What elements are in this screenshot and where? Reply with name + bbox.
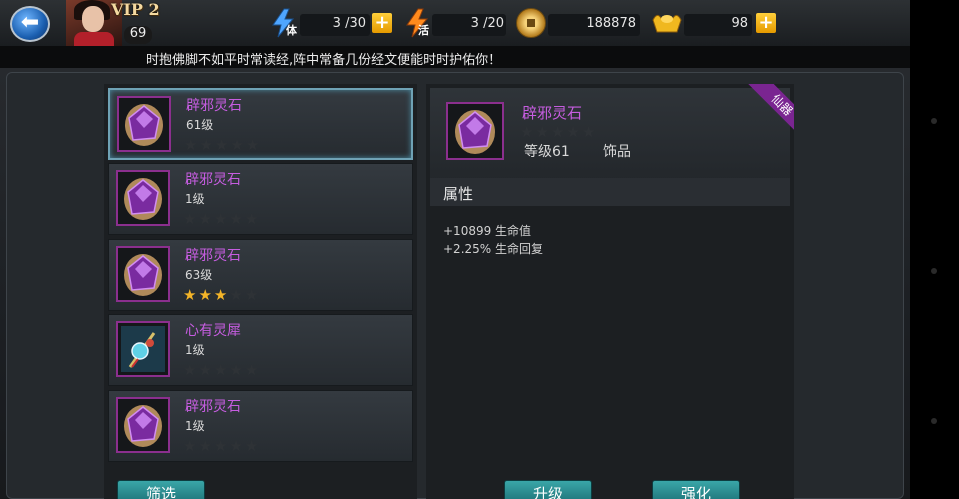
- coin-icon: [516, 8, 546, 38]
- list-item[interactable]: 辟邪灵石 1级 ★ ★ ★ ★ ★: [108, 163, 413, 235]
- star-icon: ★: [245, 136, 260, 154]
- star-icon: ★: [229, 437, 243, 455]
- detail-type: 饰品: [603, 144, 631, 160]
- attribute-line: +2.25% 生命回复: [443, 242, 543, 256]
- add-ingot-button[interactable]: +: [756, 13, 776, 33]
- item-level: 63级: [185, 268, 213, 282]
- nav-recent-dot[interactable]: [931, 418, 937, 424]
- star-icon: ★: [520, 123, 534, 141]
- item-level: 61级: [186, 118, 214, 132]
- item-level: 1级: [185, 192, 205, 206]
- item-level: 1级: [185, 419, 205, 433]
- detail-stars: ★ ★ ★ ★ ★: [520, 122, 597, 141]
- star-icon: ★: [229, 286, 243, 304]
- vip-badge: VIP 2: [111, 0, 160, 19]
- enhance-button[interactable]: 强化: [652, 480, 740, 499]
- star-icon: ★: [566, 123, 580, 141]
- item-stars: ★ ★ ★ ★ ★: [184, 135, 261, 154]
- item-stars: ★ ★ ★ ★ ★: [183, 436, 260, 455]
- purple-gem-icon: [446, 102, 504, 160]
- item-name: 辟邪灵石: [185, 172, 241, 188]
- top-bar: ⬅ VIP 2 69 体 3 /30 + 活 3 /20 188878 98 +: [0, 0, 910, 47]
- jade-charm-icon: [116, 321, 170, 377]
- back-arrow-icon[interactable]: ⬅: [10, 6, 50, 42]
- star-icon: ★: [198, 286, 212, 304]
- item-stars: ★ ★ ★ ★ ★: [183, 360, 260, 379]
- star-icon: ★: [229, 210, 243, 228]
- item-name: 辟邪灵石: [185, 399, 241, 415]
- item-name: 辟邪灵石: [186, 98, 242, 114]
- ingot-value: 98: [731, 16, 748, 31]
- star-icon: ★: [183, 286, 197, 304]
- stamina-icon-label: 体: [286, 24, 297, 37]
- filter-button[interactable]: 筛选: [117, 480, 205, 499]
- star-icon: ★: [183, 210, 197, 228]
- star-icon: ★: [244, 286, 259, 304]
- upgrade-button[interactable]: 升级: [504, 480, 592, 499]
- item-level: 1级: [185, 343, 205, 357]
- list-item[interactable]: 辟邪灵石 63级 ★ ★ ★ ★ ★: [108, 239, 413, 311]
- tip-banner: 时抱佛脚不如平时常读经,阵中常备几份经文便能时时护佑你！: [0, 46, 910, 68]
- star-icon: ★: [213, 437, 228, 455]
- star-icon: ★: [230, 136, 244, 154]
- player-level: 69: [124, 26, 152, 44]
- list-item[interactable]: 辟邪灵石 61级 ★ ★ ★ ★ ★: [108, 88, 413, 160]
- add-stamina-button[interactable]: +: [372, 13, 392, 33]
- stamina-value: 3 /30: [332, 16, 366, 31]
- system-nav-bar: [910, 0, 959, 499]
- star-icon: ★: [198, 361, 212, 379]
- rarity-label: 仙器: [748, 84, 794, 130]
- star-icon: ★: [244, 361, 259, 379]
- rarity-ribbon: 仙器: [748, 84, 794, 130]
- item-name: 辟邪灵石: [185, 248, 241, 264]
- coin-value: 188878: [586, 16, 636, 31]
- list-item[interactable]: 辟邪灵石 1级 ★ ★ ★ ★ ★: [108, 390, 413, 462]
- purple-gem-icon: [116, 170, 170, 226]
- star-icon: ★: [198, 210, 212, 228]
- star-icon: ★: [581, 123, 596, 141]
- star-icon: ★: [183, 361, 197, 379]
- list-item[interactable]: 心有灵犀 1级 ★ ★ ★ ★ ★: [108, 314, 413, 386]
- energy-value: 3 /20: [470, 16, 504, 31]
- star-icon: ★: [183, 437, 197, 455]
- item-name: 心有灵犀: [185, 323, 241, 339]
- item-stars: ★ ★ ★ ★ ★: [183, 209, 260, 228]
- star-icon: ★: [214, 136, 229, 154]
- nav-home-dot[interactable]: [931, 268, 937, 274]
- star-icon: ★: [550, 123, 565, 141]
- item-stars: ★ ★ ★ ★ ★: [183, 285, 260, 304]
- star-icon: ★: [213, 286, 228, 304]
- star-icon: ★: [229, 361, 243, 379]
- star-icon: ★: [184, 136, 198, 154]
- star-icon: ★: [244, 210, 259, 228]
- purple-gem-icon: [117, 96, 171, 152]
- detail-level: 等级61: [524, 144, 570, 160]
- star-icon: ★: [199, 136, 213, 154]
- attribute-header: [430, 178, 790, 206]
- energy-icon-label: 活: [418, 24, 429, 37]
- detail-item-name: 辟邪灵石: [522, 104, 583, 122]
- attribute-line: +10899 生命值: [443, 224, 532, 238]
- nav-back-dot[interactable]: [931, 118, 937, 124]
- star-icon: ★: [213, 361, 228, 379]
- game-screen: ⬅ VIP 2 69 体 3 /30 + 活 3 /20 188878 98 +…: [0, 0, 910, 499]
- purple-gem-icon: [116, 397, 170, 453]
- purple-gem-icon: [116, 246, 170, 302]
- star-icon: ★: [198, 437, 212, 455]
- tip-text: 时抱佛脚不如平时常读经,阵中常备几份经文便能时时护佑你！: [146, 53, 502, 68]
- star-icon: ★: [244, 437, 259, 455]
- star-icon: ★: [213, 210, 228, 228]
- star-icon: ★: [535, 123, 549, 141]
- gold-ingot-icon: [652, 14, 682, 33]
- attribute-title: 属性: [443, 185, 474, 203]
